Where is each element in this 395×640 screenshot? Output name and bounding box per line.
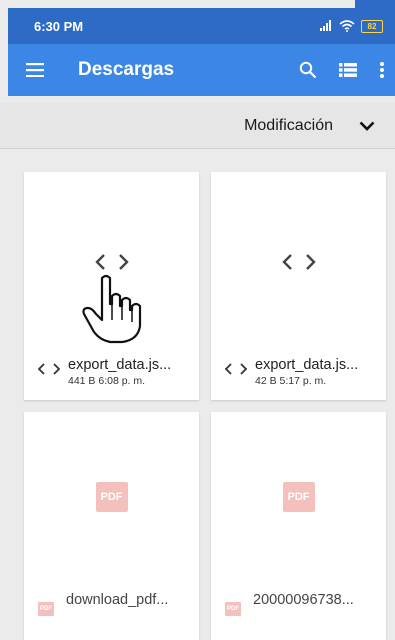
app-bar-actions [299, 44, 385, 96]
page-title: Descargas [78, 59, 175, 80]
file-meta: PDF 20000096738... [225, 592, 380, 616]
pdf-icon: PDF [38, 602, 54, 616]
hand-cursor-icon [82, 274, 142, 344]
file-card[interactable]: PDF PDF download_pdf... [24, 412, 199, 640]
file-card[interactable]: PDF PDF 20000096738... [211, 412, 386, 640]
more-vert-icon[interactable] [379, 61, 385, 79]
file-name: export_data.js... [255, 357, 359, 373]
sort-label[interactable]: Modificación [244, 117, 333, 135]
pdf-icon: PDF [282, 482, 315, 512]
file-meta: PDF download_pdf... [38, 592, 193, 616]
code-icon [38, 363, 60, 375]
app-bar: Descargas [8, 44, 395, 96]
search-icon[interactable] [299, 61, 317, 79]
file-thumbnail[interactable] [211, 172, 386, 352]
battery-icon: 82 [361, 19, 383, 33]
file-meta: export_data.js... 441 B 6:08 p. m. [38, 357, 193, 387]
file-thumbnail[interactable]: PDF [24, 412, 199, 582]
file-name: 20000096738... [253, 592, 354, 608]
code-icon [281, 254, 316, 270]
code-icon [225, 363, 247, 375]
status-icons: 82 [319, 19, 383, 33]
list-view-icon[interactable] [339, 62, 357, 78]
file-detail: 441 B 6:08 p. m. [68, 375, 146, 387]
status-time: 6:30 PM [34, 18, 84, 34]
wifi-icon [339, 20, 355, 32]
status-bar: 6:30 PM 82 [8, 8, 395, 44]
signal-icon [320, 20, 331, 31]
file-card[interactable]: export_data.js... 42 B 5:17 p. m. [211, 172, 386, 400]
sort-bar[interactable]: Modificación [0, 103, 395, 149]
file-detail: 42 B 5:17 p. m. [255, 375, 327, 387]
status-bar-edge [355, 0, 395, 8]
code-icon [94, 254, 129, 270]
pdf-icon: PDF [225, 602, 241, 616]
file-name: export_data.js... [68, 357, 172, 373]
file-name: download_pdf... [66, 592, 169, 608]
chevron-down-icon[interactable] [359, 121, 375, 131]
file-meta: export_data.js... 42 B 5:17 p. m. [225, 357, 380, 387]
file-thumbnail[interactable]: PDF [211, 412, 386, 582]
pdf-icon: PDF [95, 482, 128, 512]
menu-icon[interactable] [26, 63, 44, 77]
